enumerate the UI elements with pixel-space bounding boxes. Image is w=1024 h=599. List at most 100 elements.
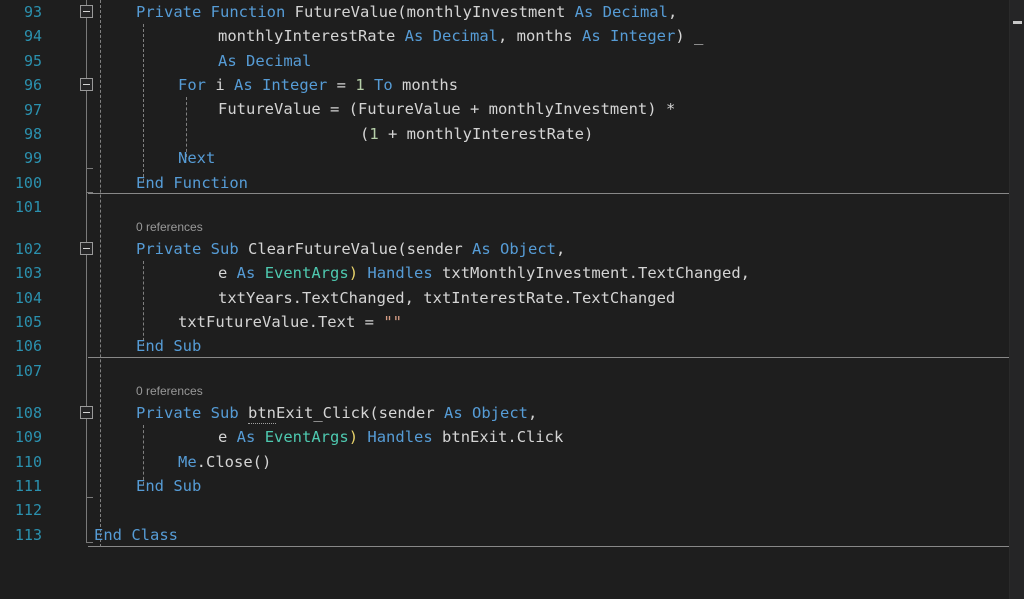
code-line-99[interactable]: Next (178, 146, 215, 170)
token-keyword: End (136, 174, 164, 192)
token-punctuation: , (556, 240, 566, 258)
token-expression: txtFutureValue.Text = (178, 313, 384, 331)
token-identifier: i (206, 76, 234, 94)
token-keyword: As (404, 27, 424, 45)
code-line-102[interactable]: Private Sub ClearFutureValue(sender As O… (136, 237, 565, 261)
code-line-108[interactable]: Private Sub btnExit_Click(sender As Obje… (136, 401, 537, 425)
token-keyword: Private (136, 3, 202, 21)
token-keyword: For (178, 76, 206, 94)
token-type: EventArgs (264, 428, 349, 446)
code-line-110[interactable]: Me.Close() (178, 450, 271, 474)
token-keyword: Next (178, 149, 216, 167)
token-type-keyword: Decimal (432, 27, 498, 45)
token-keyword: As (444, 404, 463, 422)
code-line-94[interactable]: monthlyInterestRate As Decimal, months A… (218, 24, 703, 48)
token-identifier: (sender (369, 404, 444, 422)
token-keyword: Sub (173, 477, 202, 495)
token-keyword: As (471, 240, 491, 258)
token-keyword: As (574, 3, 594, 21)
token-method-name: Exit_Click (276, 404, 370, 422)
token-expression: FutureValue = (FutureValue + monthlyInve… (218, 100, 657, 118)
token-identifier: e (218, 428, 237, 446)
token-type: EventArgs (264, 264, 349, 282)
token-bracket: ) (675, 27, 685, 45)
smart-tag-indicator[interactable]: btn (248, 404, 277, 424)
code-line-113[interactable]: End Class (94, 523, 178, 547)
token-type-keyword: Integer (262, 76, 328, 94)
code-line-105[interactable]: txtFutureValue.Text = "" (178, 310, 402, 334)
token-string: "" (383, 313, 402, 331)
token-keyword: Private (136, 240, 202, 258)
codelens-clearfuturevalue[interactable]: 0 references (136, 218, 203, 236)
code-text-layer[interactable]: Private Function FutureValue(monthlyInve… (0, 0, 1024, 599)
token-line-continuation: _ (684, 27, 704, 45)
codelens-btnexit-click[interactable]: 0 references (136, 382, 203, 400)
scrollbar-track[interactable] (1010, 0, 1024, 599)
code-line-100[interactable]: End Function (136, 171, 248, 195)
token-identifier: (sender (397, 240, 472, 258)
code-line-95[interactable]: As Decimal (218, 49, 311, 73)
token-keyword: Handles (367, 428, 433, 446)
token-keyword: Me (178, 453, 197, 471)
scrollbar-change-marker (1013, 21, 1022, 24)
token-keyword: Function (173, 174, 248, 192)
token-method-name: ClearFutureValue (248, 240, 398, 258)
code-line-106[interactable]: End Sub (136, 334, 201, 358)
token-type-keyword: Object (472, 404, 529, 422)
code-line-96[interactable]: For i As Integer = 1 To months (178, 73, 458, 97)
token-keyword: As (218, 52, 237, 70)
token-identifier: FutureValue(monthlyInvestment (285, 3, 575, 21)
token-type-keyword: Decimal (602, 3, 668, 21)
token-identifier: e (218, 264, 237, 282)
code-line-98[interactable]: (1 + monthlyInterestRate) (360, 122, 593, 146)
token-keyword: Class (131, 526, 179, 544)
code-editor-surface[interactable]: 93 94 95 96 97 98 99 100 101 102 103 104… (0, 0, 1024, 599)
token-member-access: .Close() (196, 453, 272, 471)
token-keyword: Sub (210, 404, 239, 422)
code-line-109[interactable]: e As EventArgs) Handles btnExit.Click (218, 425, 563, 449)
token-type-keyword: Object (500, 240, 556, 258)
token-keyword: Sub (210, 240, 239, 258)
token-punctuation: , (528, 404, 538, 422)
token-keyword: End (94, 526, 122, 544)
vertical-scrollbar[interactable] (1009, 0, 1024, 599)
token-keyword: As (236, 264, 256, 282)
token-type-keyword: Integer (610, 27, 676, 45)
token-identifier: , months (497, 27, 582, 45)
token-keyword: Handles (367, 264, 433, 282)
code-line-111[interactable]: End Sub (136, 474, 201, 498)
token-identifier: txtMonthlyInvestment.TextChanged, (432, 264, 750, 282)
token-keyword: Function (210, 3, 286, 21)
token-punctuation: , (667, 3, 678, 21)
token-number: 1 (355, 76, 365, 94)
code-line-93[interactable]: Private Function FutureValue(monthlyInve… (136, 0, 677, 24)
token-type-keyword: Decimal (246, 52, 312, 70)
token-keyword: Sub (173, 337, 202, 355)
token-identifier: months (392, 76, 459, 94)
token-keyword: As (236, 428, 256, 446)
token-keyword: As (234, 76, 253, 94)
token-keyword: To (374, 76, 393, 94)
code-line-103[interactable]: e As EventArgs) Handles txtMonthlyInvest… (218, 261, 750, 285)
code-line-104[interactable]: txtYears.TextChanged, txtInterestRate.Te… (218, 286, 675, 310)
token-keyword: As (581, 27, 601, 45)
code-line-97[interactable]: FutureValue = (FutureValue + monthlyInve… (218, 97, 675, 121)
token-identifier: btnExit.Click (432, 428, 564, 446)
